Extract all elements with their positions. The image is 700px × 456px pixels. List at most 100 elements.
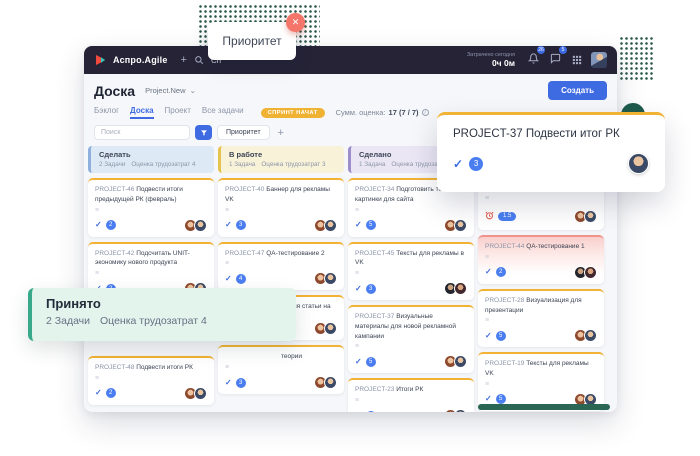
messages-badge: 5 <box>559 46 567 54</box>
description-icon: ≡ <box>485 381 597 388</box>
apps-grid-icon[interactable] <box>570 53 584 67</box>
estimate-badge: 5 <box>366 220 376 230</box>
column-header: Сделать 2 Задачи Оценка трудозатрат 4 <box>88 146 214 173</box>
estimate-badge: 3 <box>236 378 246 388</box>
task-card[interactable]: PROJECT-47 QA-тестирование 2 ≡ ✓4 <box>218 242 344 291</box>
priority-tooltip: Приоритет ✕ <box>208 22 296 60</box>
tab-board[interactable]: Доска <box>130 106 153 119</box>
accepted-estimate: Оценка трудозатрат 4 <box>100 315 207 327</box>
avatar <box>194 219 207 232</box>
task-card[interactable]: PROJECT-37 Визуальные материалы для ново… <box>348 305 474 373</box>
tab-all-tasks[interactable]: Все задачи <box>202 106 244 119</box>
assignee-avatars <box>574 266 597 279</box>
decor-dots-right <box>619 36 655 82</box>
deadline-badge: 1.5 <box>498 212 516 221</box>
summary-label: Сумм. оценка: <box>336 108 386 117</box>
task-id: PROJECT-48 <box>95 364 134 371</box>
task-card[interactable]: PROJECT-19 Тексты для рекламы VK ≡ ✓5 <box>478 352 604 411</box>
task-card[interactable]: теории ≡ ✓3 <box>218 345 344 394</box>
task-id: PROJECT-45 <box>355 250 394 257</box>
assignee-avatars <box>574 210 597 223</box>
check-icon: ✓ <box>485 395 492 403</box>
notifications-button[interactable]: 26 <box>526 49 541 71</box>
estimate-badge: 5 <box>496 394 506 404</box>
title-row: Доска Project.New ⌄ Создать <box>84 74 617 103</box>
app-name: Аспро.Agile <box>113 55 168 65</box>
assignee-avatars <box>444 282 467 295</box>
task-card-highlighted[interactable]: PROJECT-44 QA-тестирование 1 ≡ ✓2 <box>478 235 604 284</box>
task-popup-card[interactable]: PROJECT-37 Подвести итог РК ✓ 3 <box>437 112 665 192</box>
info-icon[interactable]: i <box>422 109 429 116</box>
task-card[interactable]: PROJECT-45 Тексты для рекламы в VK ≡ ✓3 <box>348 242 474 301</box>
task-title: теории <box>225 352 337 362</box>
task-popup-title: PROJECT-37 Подвести итог РК <box>453 128 649 140</box>
chat-icon <box>550 51 561 69</box>
page: Аспро.Agile + Сп Затрачено сегодня 0ч 0м… <box>0 0 700 456</box>
avatar <box>324 272 337 285</box>
assignee-avatars <box>314 322 337 335</box>
assignee-avatars <box>444 355 467 368</box>
add-filter-icon[interactable]: + <box>278 127 284 139</box>
assignee-avatars <box>444 409 467 412</box>
description-icon: ≡ <box>225 364 337 371</box>
column-header: В работе 1 ЗадачаОценка трудозатрат 3 <box>218 146 344 173</box>
time-tracker: Затрачено сегодня 0ч 0м <box>467 52 515 68</box>
description-icon: ≡ <box>355 397 467 404</box>
task-id: PROJECT-44 <box>485 243 524 250</box>
task-card[interactable]: PROJECT-23 Итоги РК ≡ ✓5 <box>348 378 474 412</box>
close-icon[interactable]: ✕ <box>286 13 305 32</box>
search-icon[interactable] <box>194 55 204 65</box>
column-task-count: 1 Задача <box>229 161 255 168</box>
notifications-badge: 26 <box>537 46 545 54</box>
search-input[interactable] <box>94 125 190 140</box>
estimate-badge: 2 <box>106 220 116 230</box>
estimate-badge: 2 <box>106 388 116 398</box>
task-card[interactable]: PROJECT-28 Визуализация для презентации … <box>478 289 604 348</box>
sprint-status-badge: СПРИНТ НАЧАТ <box>261 108 325 118</box>
summary-value: 17 (7 / 7) <box>389 108 419 117</box>
task-card[interactable]: PROJECT-48 Подвести итоги РК ≡ ✓2 <box>88 356 214 405</box>
check-icon: ✓ <box>355 412 362 413</box>
avatar <box>454 355 467 368</box>
priority-tooltip-label: Приоритет <box>222 34 281 48</box>
task-title: Подвести итоги РК <box>136 364 193 371</box>
estimate-badge: 4 <box>236 274 246 284</box>
filter-button[interactable] <box>195 125 212 140</box>
task-id: PROJECT-47 <box>225 250 264 257</box>
check-icon: ✓ <box>355 285 362 293</box>
project-select[interactable]: Project.New ⌄ <box>145 86 196 95</box>
time-tracker-value: 0ч 0м <box>467 58 515 68</box>
summary-estimate: Сумм. оценка: 17 (7 / 7) i <box>336 108 429 117</box>
horizontal-scrollbar[interactable] <box>478 404 610 410</box>
tab-backlog[interactable]: Бэклог <box>94 106 119 119</box>
task-card[interactable]: PROJECT-40 Баннер для рекламы VK ≡ ✓3 <box>218 178 344 237</box>
task-card[interactable]: PROJECT-46 Подвести итоги предыдущей РК … <box>88 178 214 237</box>
user-avatar[interactable] <box>591 52 607 68</box>
estimate-badge: 3 <box>469 157 483 171</box>
column-estimate: Оценка трудозатрат 4 <box>131 161 195 168</box>
app-window: Аспро.Agile + Сп Затрачено сегодня 0ч 0м… <box>84 46 617 412</box>
avatar <box>584 210 597 223</box>
description-icon: ≡ <box>225 260 337 267</box>
filter-chip-priority[interactable]: Приоритет <box>217 125 270 140</box>
check-icon: ✓ <box>225 275 232 283</box>
deadline-clock-icon <box>485 207 494 225</box>
messages-button[interactable]: 5 <box>548 49 563 71</box>
avatar <box>324 219 337 232</box>
add-icon[interactable]: + <box>181 55 187 66</box>
assignee-avatars <box>184 219 207 232</box>
description-icon: ≡ <box>95 375 207 382</box>
description-icon: ≡ <box>225 207 337 214</box>
tab-project[interactable]: Проект <box>165 106 191 119</box>
column-task-count: 2 Задачи <box>99 161 125 168</box>
avatar <box>454 282 467 295</box>
accepted-title: Принято <box>46 296 282 311</box>
assignee-avatars <box>314 219 337 232</box>
description-icon: ≡ <box>355 343 467 350</box>
estimate-badge: 5 <box>366 357 376 367</box>
assignee-avatars <box>574 329 597 342</box>
create-button[interactable]: Создать <box>548 81 607 100</box>
column-title: Сделать <box>99 150 206 159</box>
assignee-avatars <box>184 387 207 400</box>
avatar <box>584 266 597 279</box>
